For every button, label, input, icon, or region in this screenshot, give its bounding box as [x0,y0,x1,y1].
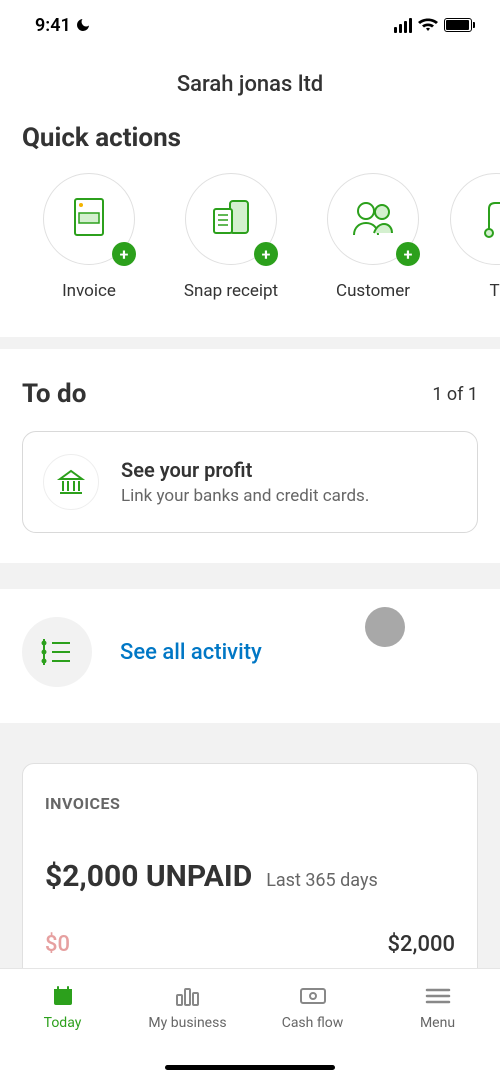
wifi-icon [418,18,438,32]
quick-actions-row[interactable]: + Invoice + Snap receipt [0,173,500,337]
receipt-icon: + [185,173,277,265]
bottom-nav: Today My business Cash flow Menu [0,968,500,1080]
invoices-range: Last 365 days [266,870,378,891]
nav-my-business[interactable]: My business [125,983,250,1031]
nav-label: Today [44,1015,82,1031]
nav-cash-flow[interactable]: Cash flow [250,983,375,1031]
todo-section: To do 1 of 1 See your profit Link your b… [0,349,500,563]
nav-menu[interactable]: Menu [375,983,500,1031]
invoice-icon: + [43,173,135,265]
see-all-activity-link[interactable]: See all activity [120,640,262,665]
invoices-card[interactable]: INVOICES $2,000 UNPAID Last 365 days $0 … [22,763,478,980]
quick-action-customer[interactable]: + Customer [324,173,422,301]
track-icon [450,173,500,265]
do-not-disturb-icon [75,17,91,33]
nav-label: My business [148,1015,226,1031]
invoices-max: $2,000 [388,932,455,957]
todo-title: To do [22,379,86,409]
header-section: Sarah jonas ltd Quick actions + Invoice [0,50,500,337]
invoices-min: $0 [45,932,70,957]
nav-label: Menu [420,1015,455,1031]
nav-today[interactable]: Today [0,983,125,1031]
cellular-icon [394,18,412,33]
quick-action-invoice[interactable]: + Invoice [40,173,138,301]
battery-icon [444,18,472,32]
plus-badge-icon: + [254,242,278,266]
invoices-amount: $2,000 UNPAID [45,859,252,894]
todo-card-title: See your profit [121,458,457,482]
quick-label: Snap receipt [184,281,278,301]
invoices-label: INVOICES [45,794,455,813]
status-time-group: 9:41 [35,15,91,36]
quick-label: Invoice [62,281,116,301]
customer-icon: + [327,173,419,265]
cursor-dot-icon [365,607,405,647]
bank-icon [43,454,99,510]
company-title: Sarah jonas ltd [0,50,500,123]
chart-bars-icon [175,983,201,1009]
nav-label: Cash flow [282,1015,344,1031]
todo-card-subtitle: Link your banks and credit cards. [121,486,457,506]
todo-card-see-profit[interactable]: See your profit Link your banks and cred… [22,431,478,533]
status-bar: 9:41 [0,0,500,50]
home-indicator[interactable] [165,1065,335,1070]
quick-action-snap-receipt[interactable]: + Snap receipt [182,173,280,301]
calendar-icon [51,983,75,1009]
plus-badge-icon: + [112,242,136,266]
quick-label: Trac [489,281,500,301]
activity-section: See all activity [0,589,500,723]
activity-list-icon [22,617,92,687]
quick-label: Customer [336,281,410,301]
plus-badge-icon: + [396,242,420,266]
cash-icon [299,983,327,1009]
menu-icon [425,983,451,1009]
quick-actions-title: Quick actions [0,123,500,173]
quick-action-track[interactable]: Trac [466,173,500,301]
time-label: 9:41 [35,15,71,36]
invoices-section: INVOICES $2,000 UNPAID Last 365 days $0 … [0,763,500,980]
todo-count: 1 of 1 [432,384,478,405]
status-right-group [394,18,472,33]
